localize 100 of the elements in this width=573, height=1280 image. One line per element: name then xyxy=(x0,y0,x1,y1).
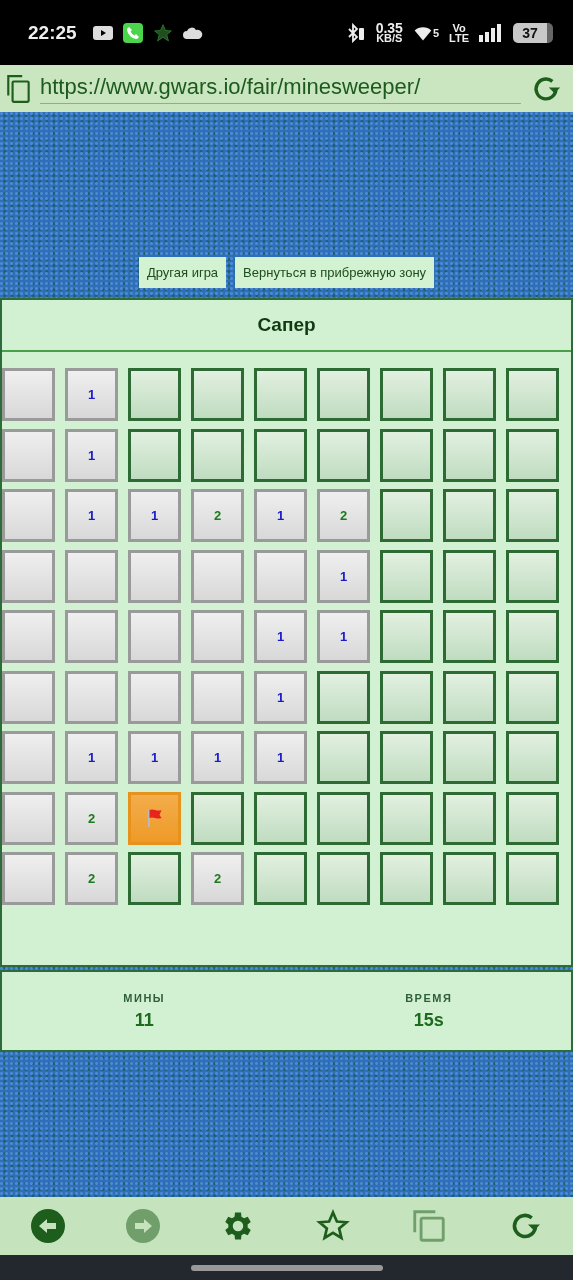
hidden-cell[interactable] xyxy=(443,731,496,784)
hidden-cell[interactable] xyxy=(380,852,433,905)
open-cell[interactable] xyxy=(2,549,55,603)
open-cell[interactable]: 1 xyxy=(254,670,307,724)
open-cell[interactable] xyxy=(2,489,55,542)
open-cell[interactable]: 1 xyxy=(65,489,118,542)
open-cell[interactable]: 1 xyxy=(317,549,370,603)
open-cell[interactable] xyxy=(128,549,181,603)
hidden-cell[interactable] xyxy=(506,731,559,784)
open-cell[interactable]: 2 xyxy=(65,852,118,905)
open-cell[interactable] xyxy=(2,610,55,663)
wifi-band-label: 5 xyxy=(432,26,440,39)
hidden-cell[interactable] xyxy=(380,610,433,663)
hidden-cell[interactable] xyxy=(443,428,496,482)
open-cell[interactable]: 1 xyxy=(65,428,118,482)
open-cell[interactable]: 1 xyxy=(254,489,307,542)
open-cell[interactable]: 1 xyxy=(254,731,307,784)
tabs-icon[interactable] xyxy=(6,73,32,104)
hidden-cell[interactable] xyxy=(317,852,370,905)
open-cell[interactable]: 2 xyxy=(191,489,244,542)
star-icon xyxy=(152,22,173,43)
open-cell[interactable] xyxy=(2,670,55,724)
open-cell[interactable] xyxy=(2,368,55,421)
cloud-icon xyxy=(182,26,203,39)
hidden-cell[interactable] xyxy=(506,368,559,421)
open-cell[interactable]: 1 xyxy=(254,610,307,663)
open-cell[interactable]: 2 xyxy=(65,791,118,845)
hidden-cell[interactable] xyxy=(443,368,496,421)
open-cell[interactable]: 1 xyxy=(191,731,244,784)
hidden-cell[interactable] xyxy=(317,791,370,845)
flagged-cell[interactable] xyxy=(128,791,181,845)
open-cell[interactable]: 2 xyxy=(191,852,244,905)
open-cell[interactable]: 1 xyxy=(128,731,181,784)
stat-label: ВРЕМЯ xyxy=(405,991,453,1004)
hidden-cell[interactable] xyxy=(443,549,496,603)
open-cell[interactable]: 1 xyxy=(65,731,118,784)
hidden-cell[interactable] xyxy=(317,731,370,784)
hidden-cell[interactable] xyxy=(254,852,307,905)
hidden-cell[interactable] xyxy=(317,428,370,482)
open-cell[interactable] xyxy=(2,731,55,784)
hidden-cell[interactable] xyxy=(380,549,433,603)
hidden-cell[interactable] xyxy=(128,368,181,421)
video-icon xyxy=(92,25,113,40)
hidden-cell[interactable] xyxy=(443,791,496,845)
hidden-cell[interactable] xyxy=(380,791,433,845)
open-cell[interactable] xyxy=(191,670,244,724)
hidden-cell[interactable] xyxy=(443,670,496,724)
hidden-cell[interactable] xyxy=(380,368,433,421)
hidden-cell[interactable] xyxy=(254,791,307,845)
open-cell[interactable] xyxy=(2,852,55,905)
open-cell[interactable]: 1 xyxy=(128,489,181,542)
clock: 22:25 xyxy=(28,21,77,44)
hidden-cell[interactable] xyxy=(254,428,307,482)
hidden-cell[interactable] xyxy=(443,610,496,663)
network-speed: 0.35 xyxy=(375,22,403,33)
hidden-cell[interactable] xyxy=(506,670,559,724)
phone-icon xyxy=(122,22,143,43)
hidden-cell[interactable] xyxy=(506,610,559,663)
open-cell[interactable] xyxy=(191,610,244,663)
hidden-cell[interactable] xyxy=(191,791,244,845)
speed-unit: KB/S xyxy=(376,32,403,43)
hidden-cell[interactable] xyxy=(128,428,181,482)
back-button[interactable] xyxy=(29,1208,66,1244)
open-cell[interactable] xyxy=(65,610,118,663)
open-cell[interactable] xyxy=(128,670,181,724)
hidden-cell[interactable] xyxy=(254,368,307,421)
hidden-cell[interactable] xyxy=(506,489,559,542)
volte-label: Vo xyxy=(452,22,466,33)
battery-level: 37 xyxy=(513,22,553,43)
hidden-cell[interactable] xyxy=(506,852,559,905)
hidden-cell[interactable] xyxy=(506,428,559,482)
hidden-cell[interactable] xyxy=(380,731,433,784)
open-cell[interactable] xyxy=(254,549,307,603)
hidden-cell[interactable] xyxy=(443,852,496,905)
hidden-cell[interactable] xyxy=(317,368,370,421)
hidden-cell[interactable] xyxy=(380,489,433,542)
open-cell[interactable]: 1 xyxy=(65,368,118,421)
hidden-cell[interactable] xyxy=(128,852,181,905)
stat-label: МИНЫ xyxy=(123,991,166,1004)
open-cell[interactable] xyxy=(2,791,55,845)
open-cell[interactable] xyxy=(2,428,55,482)
hidden-cell[interactable] xyxy=(443,489,496,542)
hidden-cell[interactable] xyxy=(506,549,559,603)
stat-value: 15s xyxy=(413,1009,444,1031)
open-cell[interactable]: 1 xyxy=(317,610,370,663)
open-cell[interactable] xyxy=(65,549,118,603)
home-indicator[interactable] xyxy=(190,1264,383,1271)
open-cell[interactable]: 2 xyxy=(317,489,370,542)
hidden-cell[interactable] xyxy=(380,428,433,482)
game-button[interactable]: Другая игра xyxy=(138,257,227,288)
hidden-cell[interactable] xyxy=(380,670,433,724)
lte-label: LTE xyxy=(449,32,469,43)
open-cell[interactable] xyxy=(65,670,118,724)
hidden-cell[interactable] xyxy=(191,368,244,421)
game-button[interactable]: Вернуться в прибрежную зону xyxy=(235,257,435,288)
hidden-cell[interactable] xyxy=(191,428,244,482)
open-cell[interactable] xyxy=(128,610,181,663)
hidden-cell[interactable] xyxy=(506,791,559,845)
open-cell[interactable] xyxy=(191,549,244,603)
hidden-cell[interactable] xyxy=(317,670,370,724)
